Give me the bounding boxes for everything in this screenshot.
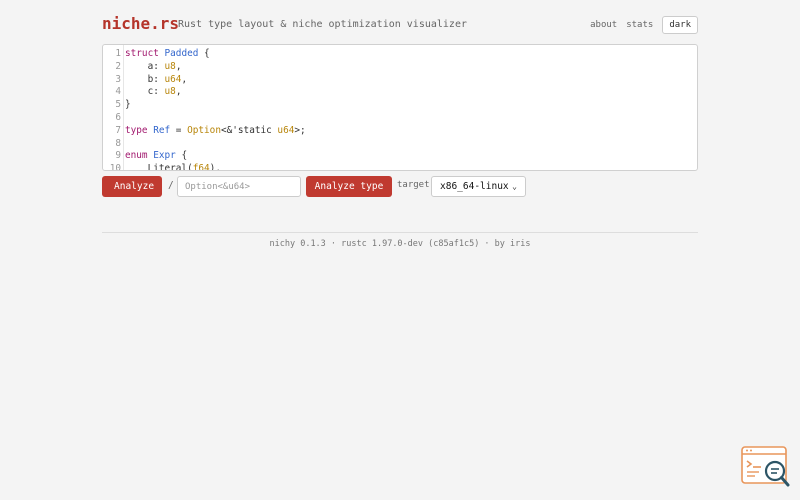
controls-bar: Analyze / Analyze type target x86_64-lin… — [102, 176, 698, 197]
code-line: 3 b: u64, — [103, 74, 697, 87]
top-nav: about stats dark — [590, 16, 698, 34]
code-text: enum Expr { — [125, 150, 188, 162]
code-line: 1 struct Padded { — [103, 48, 697, 61]
footer-text: nichy 0.1.3 · rustc 1.97.0-dev (c85af1c5… — [269, 239, 531, 249]
line-number: 2 — [115, 60, 121, 72]
code-text: } — [125, 99, 131, 111]
line-number: 10 — [109, 163, 121, 171]
code-line: 5} — [103, 99, 697, 112]
code-line: 9 enum Expr { — [103, 150, 697, 163]
code-line: 4 c: u8, — [103, 86, 697, 99]
analyze-button[interactable]: Analyze — [102, 176, 162, 197]
analyze-type-button[interactable]: Analyze type — [306, 176, 392, 197]
type-input[interactable] — [177, 176, 301, 197]
code-text: type Ref = Option<&'static u64>; — [125, 124, 306, 136]
code-line: 8 — [103, 138, 697, 151]
search-code-logo-icon — [741, 446, 790, 487]
nav-stats-link[interactable]: stats — [626, 18, 653, 32]
brand-logo-text[interactable]: niche.rs — [102, 13, 179, 35]
line-number: 6 — [115, 112, 121, 123]
chevron-down-icon: ⌄ — [512, 182, 517, 191]
code-text: a: u8, — [125, 60, 182, 72]
code-line: 6 — [103, 112, 697, 125]
header: niche.rs Rust type layout & niche optimi… — [102, 13, 698, 37]
code-line: 10 Literal(f64), — [103, 163, 697, 171]
target-select[interactable]: x86_64-linux ⌄ — [431, 176, 526, 197]
code-text: b: u64, — [125, 73, 188, 85]
line-number: 4 — [115, 86, 121, 98]
code-editor[interactable]: 1 struct Padded {2 a: u8, 3 b: u64, 4 c: u8… — [102, 44, 698, 171]
code-line: 2 a: u8, — [103, 61, 697, 74]
line-number: 9 — [115, 150, 121, 162]
code-text: c: u8, — [125, 86, 182, 98]
line-number: 8 — [115, 137, 121, 149]
tagline: Rust type layout & niche optimization vi… — [178, 19, 467, 30]
separator-slash: / — [168, 180, 174, 191]
code-line: 7 type Ref = Option<&'static u64>; — [103, 125, 697, 138]
line-number: 5 — [115, 99, 121, 111]
target-select-value: x86_64-linux — [440, 181, 509, 192]
line-number: 7 — [115, 124, 121, 136]
code-text: Literal(f64), — [125, 163, 221, 171]
line-number: 1 — [115, 48, 121, 59]
nav-about-link[interactable]: about — [590, 18, 617, 32]
dark-mode-toggle[interactable]: dark — [662, 16, 698, 34]
footer-divider — [102, 232, 698, 233]
code-text: struct Padded { — [125, 48, 210, 59]
line-number: 3 — [115, 73, 121, 85]
target-label: target — [397, 180, 430, 190]
